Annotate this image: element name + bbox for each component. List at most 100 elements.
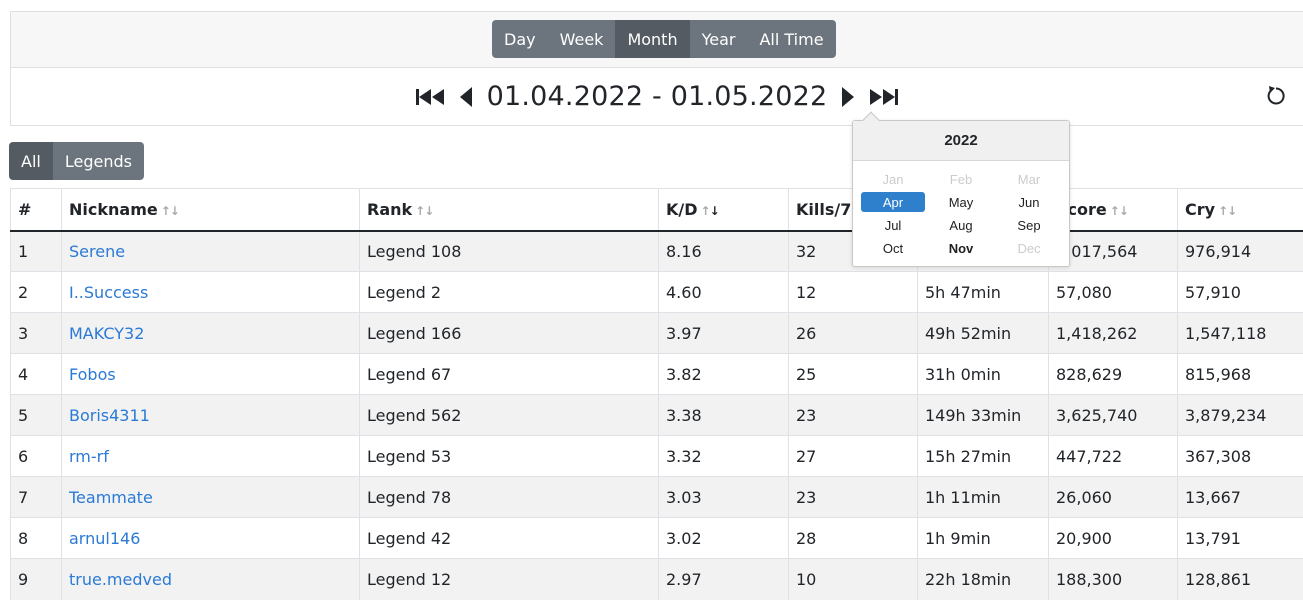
sort-icon[interactable]: ↑↓ — [701, 204, 720, 218]
cell-num: 6 — [10, 435, 62, 477]
cell-kills: 23 — [788, 394, 918, 436]
sort-icon[interactable]: ↑↓ — [161, 204, 180, 218]
month-jun[interactable]: Jun — [997, 192, 1061, 212]
column-header-nickname[interactable]: Nickname ↑↓ — [61, 188, 360, 232]
leaderboard-table: #Nickname↑↓Rank↑↓K/D↑↓Kills/7m↑↓Time↑↓Sc… — [10, 188, 1303, 600]
cell-time: 149h 33min — [917, 394, 1049, 436]
cell-rank: Legend 166 — [359, 312, 659, 354]
prev-icon[interactable] — [459, 82, 473, 112]
cell-time: 22h 18min — [917, 558, 1049, 600]
column-header-label: Nickname — [69, 199, 158, 219]
table-row: 3 MAKCY32 Legend 166 3.97 26 49h 52min 1,418,2… — [10, 312, 1303, 354]
cell-score: 20,900 — [1048, 517, 1178, 559]
last-page-icon[interactable] — [869, 82, 899, 112]
table-row: 2 I..Success Legend 2 4.60 12 5h 47min 57,080 5… — [10, 271, 1303, 313]
column-header-cry[interactable]: Cry ↑↓ — [1177, 188, 1303, 232]
table-row: 5 Boris4311 Legend 562 3.38 23 149h 33min 3,62… — [10, 394, 1303, 436]
reset-icon[interactable] — [1265, 85, 1287, 107]
tab-year[interactable]: Year — [689, 20, 748, 58]
table-row: 6 rm-rf Legend 53 3.32 27 15h 27min 447,722 367… — [10, 435, 1303, 477]
cell-num: 5 — [10, 394, 62, 436]
sort-icon[interactable]: ↑↓ — [1110, 204, 1129, 218]
tab-month[interactable]: Month — [615, 20, 690, 58]
tab-all-time[interactable]: All Time — [747, 20, 836, 58]
cell-kills: 23 — [788, 476, 918, 518]
cell-kd: 4.60 — [658, 271, 789, 313]
cell-cry: 976,914 — [1177, 230, 1303, 272]
date-range-label[interactable]: 01.04.2022 - 01.05.2022 — [487, 81, 828, 112]
cell-num: 4 — [10, 353, 62, 395]
cell-score: 447,722 — [1048, 435, 1178, 477]
month-oct[interactable]: Oct — [861, 238, 925, 258]
cell-nickname: MAKCY32 — [61, 312, 360, 354]
player-link[interactable]: rm-rf — [69, 447, 109, 466]
table-row: 4 Fobos Legend 67 3.82 25 31h 0min 828,629 815,… — [10, 353, 1303, 395]
column-header-k-d[interactable]: K/D ↑↓ — [658, 188, 789, 232]
player-link[interactable]: I..Success — [69, 283, 148, 302]
cell-rank: Legend 108 — [359, 230, 659, 272]
cell-time: 1h 11min — [917, 476, 1049, 518]
month-feb: Feb — [949, 171, 973, 187]
league-tab-legends[interactable]: Legends — [52, 142, 144, 180]
cell-nickname: Serene — [61, 230, 360, 272]
cell-kd: 3.03 — [658, 476, 789, 518]
player-link[interactable]: MAKCY32 — [69, 324, 144, 343]
cell-cry: 815,968 — [1177, 353, 1303, 395]
player-link[interactable]: true.medved — [69, 570, 172, 589]
cell-nickname: true.medved — [61, 558, 360, 600]
cell-num: 3 — [10, 312, 62, 354]
cell-cry: 3,879,234 — [1177, 394, 1303, 436]
next-icon[interactable] — [841, 82, 855, 112]
player-link[interactable]: arnul146 — [69, 529, 140, 548]
table-row: 9 true.medved Legend 12 2.97 10 22h 18min 188,… — [10, 558, 1303, 600]
cell-kd: 2.97 — [658, 558, 789, 600]
date-navigation-bar: 01.04.2022 - 01.05.2022 — [10, 67, 1303, 126]
tab-day[interactable]: Day — [492, 20, 548, 58]
player-link[interactable]: Teammate — [69, 488, 153, 507]
month-picker-year[interactable]: 2022 — [853, 121, 1069, 161]
month-grid: Jan Feb Mar Apr May Jun Jul Aug Sep Oct Nov Dec — [853, 161, 1069, 258]
player-link[interactable]: Serene — [69, 242, 125, 261]
month-apr[interactable]: Apr — [861, 192, 925, 212]
cell-num: 8 — [10, 517, 62, 559]
cell-kills: 26 — [788, 312, 918, 354]
month-aug[interactable]: Aug — [929, 215, 993, 235]
cell-score: 57,080 — [1048, 271, 1178, 313]
tab-week[interactable]: Week — [547, 20, 616, 58]
table-row: 8 arnul146 Legend 42 3.02 28 1h 9min 20,900 13,… — [10, 517, 1303, 559]
sort-icon[interactable]: ↑↓ — [415, 204, 434, 218]
cell-rank: Legend 42 — [359, 517, 659, 559]
cell-score: 1,418,262 — [1048, 312, 1178, 354]
month-jul[interactable]: Jul — [861, 215, 925, 235]
cell-kd: 3.32 — [658, 435, 789, 477]
cell-nickname: Boris4311 — [61, 394, 360, 436]
month-jan: Jan — [882, 171, 904, 187]
cell-rank: Legend 53 — [359, 435, 659, 477]
cell-kills: 12 — [788, 271, 918, 313]
period-bar: Day Week Month Year All Time — [10, 11, 1303, 67]
first-page-icon[interactable] — [415, 82, 445, 112]
cell-score: 26,060 — [1048, 476, 1178, 518]
month-picker-popup: 2022 Jan Feb Mar Apr May Jun Jul Aug Sep Oct Nov De… — [852, 111, 1070, 267]
month-sep[interactable]: Sep — [997, 215, 1061, 235]
period-tab-group: Day Week Month Year All Time — [492, 20, 836, 58]
cell-nickname: arnul146 — [61, 517, 360, 559]
table-row: 1 Serene Legend 108 8.16 32 1,017,564 976,914 — [10, 230, 1303, 272]
cell-kills: 27 — [788, 435, 918, 477]
player-link[interactable]: Boris4311 — [69, 406, 150, 425]
cell-time: 31h 0min — [917, 353, 1049, 395]
cell-nickname: rm-rf — [61, 435, 360, 477]
month-may[interactable]: May — [929, 192, 993, 212]
month-nov[interactable]: Nov — [929, 238, 993, 258]
player-link[interactable]: Fobos — [69, 365, 116, 384]
league-tab-all[interactable]: All — [9, 142, 53, 180]
cell-rank: Legend 562 — [359, 394, 659, 436]
cell-time: 49h 52min — [917, 312, 1049, 354]
sort-icon[interactable]: ↑↓ — [1218, 204, 1237, 218]
column-header-rank[interactable]: Rank ↑↓ — [359, 188, 659, 232]
table-header-row: #Nickname↑↓Rank↑↓K/D↑↓Kills/7m↑↓Time↑↓Sc… — [10, 188, 1303, 232]
cell-nickname: Fobos — [61, 353, 360, 395]
cell-rank: Legend 2 — [359, 271, 659, 313]
month-dec: Dec — [1017, 240, 1041, 256]
cell-kills: 25 — [788, 353, 918, 395]
